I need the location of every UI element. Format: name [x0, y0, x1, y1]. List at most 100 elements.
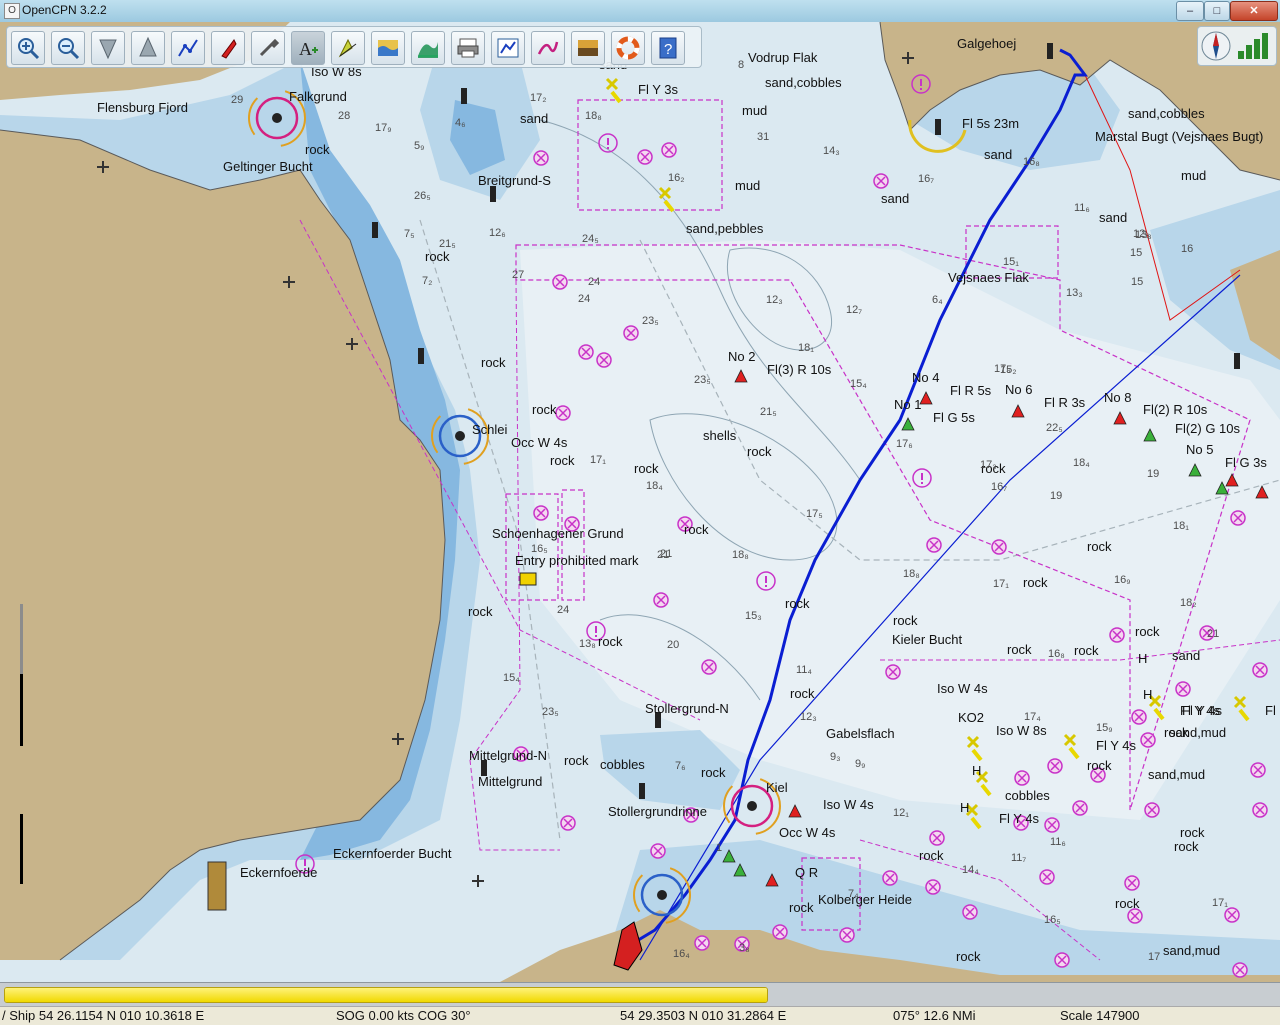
special-mark-icon: [610, 90, 622, 104]
scale-out-button[interactable]: [131, 31, 165, 65]
landmark-cross-icon: [97, 161, 109, 173]
svg-text:?: ?: [664, 41, 672, 58]
scale-in-button[interactable]: [91, 31, 125, 65]
chart-label: rock: [1087, 539, 1112, 554]
chart-label: rock: [305, 142, 330, 157]
maximize-button[interactable]: □: [1204, 1, 1230, 21]
depth-sounding: 18₈: [903, 568, 920, 580]
compass-widget[interactable]: [1197, 26, 1277, 66]
landmark-cross-icon: [902, 52, 914, 64]
chart-canvas[interactable]: Flensburg Fjord Iso W 8s Falkgrund Geltinge…: [0, 22, 1280, 982]
chart-label: rock: [1023, 575, 1048, 590]
help-button[interactable]: ?: [651, 31, 685, 65]
depth-sounding: 9₉: [855, 758, 866, 770]
depth-sounding: 17₁: [993, 578, 1009, 590]
entry-prohibited-icon: [519, 572, 537, 586]
track-icon: [537, 41, 559, 55]
depth-sounding: 1: [716, 842, 723, 854]
chart-quilting-button[interactable]: [411, 31, 445, 65]
minimize-button[interactable]: –: [1176, 1, 1204, 21]
route-icon: [178, 39, 198, 57]
special-mark-icon: [1153, 707, 1165, 721]
zoom-in-button[interactable]: [11, 31, 45, 65]
depth-sounding: 23₅: [542, 706, 559, 718]
chart-label: Fl: [1265, 703, 1276, 718]
channel-buoy-icon: [733, 863, 747, 877]
special-mark-icon: [658, 186, 672, 200]
chart-label: rock: [1087, 758, 1112, 773]
depth-sounding: 22₅: [1046, 422, 1063, 434]
depth-sounding: 18₈: [585, 110, 602, 122]
zoom-in-icon: [18, 38, 40, 60]
depth-sounding: 15: [1130, 247, 1143, 259]
chart-label: shells: [703, 428, 737, 443]
print-button[interactable]: [451, 31, 485, 65]
chart-label: rock: [684, 522, 709, 537]
zoom-out-icon: [58, 38, 80, 60]
tide-button[interactable]: [371, 31, 405, 65]
landmark-cross-icon: [472, 875, 484, 887]
chart-label: rock: [550, 453, 575, 468]
depth-sounding: 29: [231, 94, 244, 106]
chart-label: H: [972, 763, 982, 778]
chart-label: Fl Y 4s: [999, 811, 1039, 826]
chart-label: Iso W 8s: [996, 723, 1047, 738]
chart-label: No 4: [912, 370, 940, 385]
current-icon: [338, 38, 357, 58]
follow-ship-button[interactable]: [211, 31, 245, 65]
route-manager-button[interactable]: [491, 31, 525, 65]
depth-sounding: 12₁: [893, 807, 909, 819]
chart-label: Marstal Bugt (Vejsnaes Bugt): [1095, 129, 1264, 144]
chart-label: Galgehoej: [957, 36, 1017, 51]
track-button[interactable]: [531, 31, 565, 65]
mob-lifebuoy-button[interactable]: [611, 31, 645, 65]
ship-position: / Ship 54 26.1154 N 010 10.3618 E: [2, 1008, 205, 1023]
settings-wrench-button[interactable]: [251, 31, 285, 65]
chart-label: Kolberger Heide: [818, 892, 912, 907]
chart-label: rock: [789, 900, 814, 915]
color-scheme-button[interactable]: [571, 31, 605, 65]
chart-label: Fl Y 4s: [1096, 738, 1136, 753]
chart-bar[interactable]: [0, 982, 1280, 1007]
depth-sounding: 17₃: [980, 459, 997, 471]
app-icon: O: [4, 3, 20, 19]
beacon-icon: [1047, 43, 1053, 59]
scale-out-icon: [139, 36, 157, 57]
chart-label: Mittelgrund-N: [469, 748, 548, 763]
channel-buoy-icon: [1011, 404, 1025, 418]
chart-label: Occ W 4s: [511, 435, 568, 450]
depth-sounding: 24: [588, 276, 601, 288]
chart-label: rock: [468, 604, 493, 619]
chart-label: Entry prohibited mark: [515, 553, 639, 568]
chart-scale-track[interactable]: [4, 987, 768, 1003]
chart-label: rock: [1174, 839, 1199, 854]
landmark-cross-icon: [346, 338, 358, 350]
close-button[interactable]: ✕: [1230, 1, 1278, 21]
depth-sounding: 24: [578, 293, 591, 305]
depth-sounding: 16₇: [991, 481, 1008, 493]
channel-buoy-icon: [901, 417, 915, 431]
depth-sounding: 15₁: [1003, 256, 1019, 268]
depth-sounding: 17₁: [1212, 897, 1228, 909]
chart-label: Fl R 3s: [1044, 395, 1086, 410]
depth-sounding: 16₅: [1044, 914, 1061, 926]
route-button[interactable]: [171, 31, 205, 65]
special-mark-icon: [980, 783, 992, 797]
depth-sounding: 23₅: [642, 315, 659, 327]
chart-label: rock: [956, 949, 981, 964]
depth-sounding: 5₉: [414, 140, 425, 152]
depth-sounding: 17₆: [994, 363, 1011, 375]
depth-sounding: 15₄: [850, 378, 867, 390]
depth-sounding: 11₄: [796, 664, 812, 676]
current-button[interactable]: [331, 31, 365, 65]
depth-sounding: 6₄: [932, 294, 943, 306]
depth-sounding: 17: [1148, 951, 1161, 963]
channel-buoy-icon: [734, 369, 748, 383]
text-annotation-button[interactable]: A: [291, 31, 325, 65]
chart-label: Fl(2) G 10s: [1175, 421, 1241, 436]
beacon-icon: [490, 186, 496, 202]
zoom-out-button[interactable]: [51, 31, 85, 65]
chart-label: rock: [893, 613, 918, 628]
depth-sounding: 14₃: [823, 145, 840, 157]
chart-label: Flensburg Fjord: [97, 100, 189, 115]
